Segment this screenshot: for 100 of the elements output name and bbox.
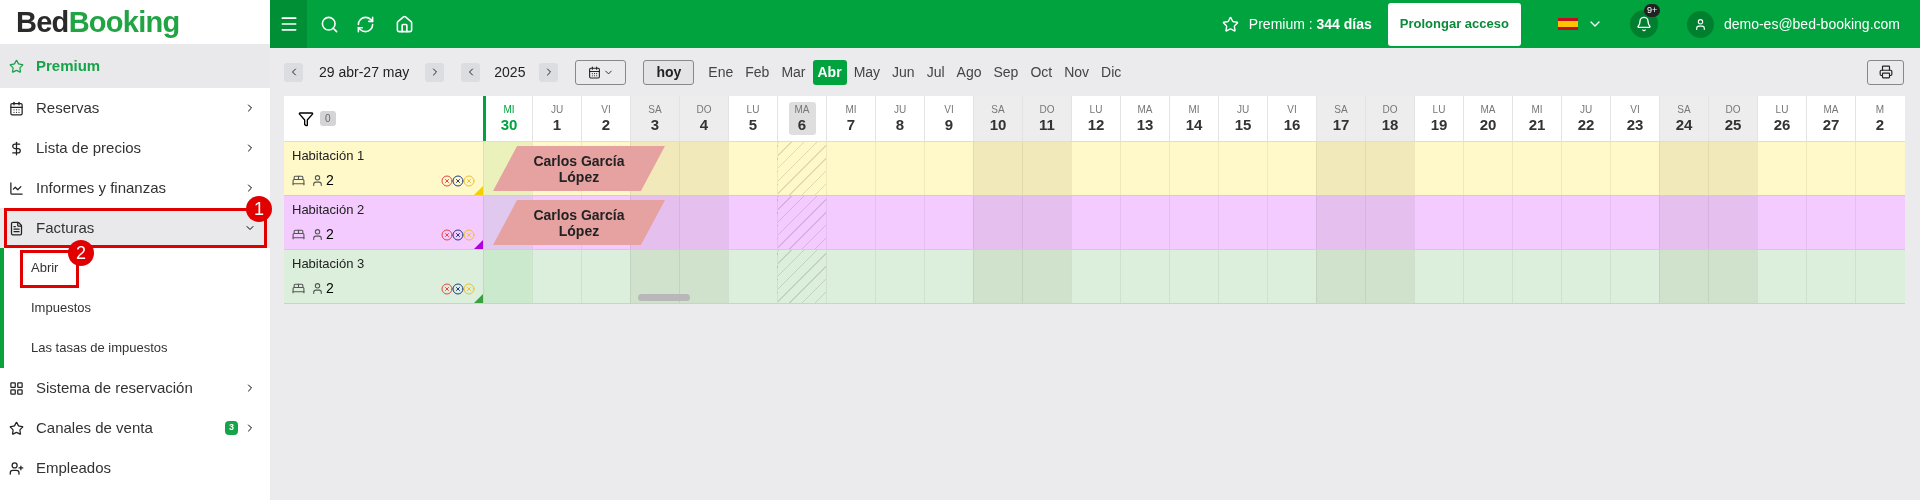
sidebar-label: Informes y finanzas — [36, 177, 167, 198]
day-cell — [679, 250, 728, 303]
booking-block[interactable]: Carlos García López — [493, 200, 665, 245]
annotation-number: 1 — [246, 196, 272, 222]
count-badge: 3 — [225, 421, 238, 435]
day-cell — [1365, 142, 1414, 195]
flag-icon — [1557, 18, 1578, 30]
print-button[interactable] — [1867, 59, 1904, 85]
day-cell — [1659, 142, 1708, 195]
person-icon — [311, 174, 324, 187]
refresh-icon[interactable] — [356, 14, 375, 34]
day-cell — [1022, 142, 1071, 195]
star-icon — [1221, 15, 1239, 33]
month-tab[interactable]: Sep — [988, 59, 1024, 85]
dollar-icon — [9, 140, 24, 156]
day-cell — [1659, 196, 1708, 249]
submenu-item[interactable]: Las tasas de impuestos — [31, 338, 168, 358]
home-icon[interactable] — [395, 14, 414, 34]
today-button[interactable]: hoy — [643, 59, 695, 85]
room-name: Habitación 3 — [292, 255, 366, 273]
room-corner-marker — [474, 294, 483, 303]
guest-count: 2 — [326, 279, 334, 298]
day-header: SA 24 — [1659, 96, 1708, 141]
previous-button[interactable] — [461, 62, 481, 82]
annotation-number: 2 — [68, 240, 94, 266]
sidebar-item[interactable]: Canales de venta 3 — [0, 408, 270, 448]
person-icon — [311, 282, 324, 295]
bed-icon — [292, 174, 305, 187]
document-icon — [9, 220, 24, 236]
room-name: Habitación 1 — [292, 147, 366, 165]
day-cell — [777, 142, 826, 195]
submenu-item[interactable]: Abrir — [31, 258, 59, 278]
sidebar-item[interactable]: Empleados — [0, 448, 270, 488]
month-tab[interactable]: Jul — [921, 59, 950, 85]
day-cell — [1316, 250, 1365, 303]
day-cell — [777, 196, 826, 249]
month-tab[interactable]: Ene — [703, 59, 739, 85]
scrollbar-thumb[interactable] — [638, 294, 690, 301]
day-cell — [973, 250, 1022, 303]
filter-count: 0 — [320, 111, 336, 126]
month-tab[interactable]: Dic — [1096, 59, 1127, 85]
status-icons — [441, 282, 475, 295]
chart-icon — [9, 180, 24, 196]
printer-icon — [1878, 65, 1893, 79]
day-cell — [1316, 142, 1365, 195]
month-tab[interactable]: Feb — [740, 59, 775, 85]
day-cell — [1708, 142, 1757, 195]
sidebar-label: Sistema de reservación — [36, 377, 193, 398]
day-cell — [679, 142, 728, 195]
month-tab[interactable]: May — [848, 59, 886, 85]
month-tab[interactable]: Nov — [1059, 59, 1095, 85]
day-header: SA 10 — [973, 96, 1022, 141]
day-header: SA 17 — [1316, 96, 1365, 141]
grid-icon — [9, 380, 24, 396]
next-button[interactable] — [539, 62, 559, 82]
room-corner-marker — [474, 240, 483, 249]
calendar-icon — [587, 65, 601, 79]
star-icon — [9, 420, 24, 436]
month-tab[interactable]: Mar — [776, 59, 811, 85]
guest-count: 2 — [326, 171, 334, 190]
person-icon — [311, 228, 324, 241]
month-tab[interactable]: Ago — [951, 59, 987, 85]
month-tab[interactable]: Oct — [1025, 59, 1058, 85]
calendar-dropdown[interactable] — [575, 59, 627, 85]
day-cell — [1365, 250, 1414, 303]
sidebar-label: Lista de precios — [36, 137, 142, 158]
previous-button[interactable] — [284, 62, 303, 82]
day-cell — [1708, 250, 1757, 303]
sidebar-label: Canales de venta — [36, 417, 153, 438]
sidebar-item[interactable]: Reservas — [0, 88, 270, 128]
logo: BedBooking — [16, 7, 180, 37]
date-range: 29 abr-27 may — [319, 62, 410, 82]
extend-access-button[interactable]: Prolongar acceso — [1387, 2, 1521, 46]
filter-icon[interactable] — [298, 110, 314, 127]
notification-badge: 9+ — [1643, 4, 1661, 17]
search-icon[interactable] — [320, 14, 339, 34]
sidebar-item[interactable]: Sistema de reservación — [0, 368, 270, 408]
sidebar-label: Empleados — [36, 457, 112, 478]
sidebar-label: Facturas — [36, 217, 95, 238]
premium-status: Premium : 344 días — [1248, 14, 1372, 34]
menu-button[interactable] — [270, 0, 307, 48]
submenu-item[interactable]: Impuestos — [31, 298, 91, 318]
day-cell — [1708, 196, 1757, 249]
day-cell — [973, 142, 1022, 195]
calendar-icon — [9, 100, 24, 116]
user-avatar[interactable] — [1686, 10, 1714, 38]
day-header: DO 25 — [1708, 96, 1757, 141]
day-cell — [973, 196, 1022, 249]
day-cell — [679, 196, 728, 249]
guest-count: 2 — [326, 225, 334, 244]
month-tab[interactable]: Jun — [887, 59, 920, 85]
next-button[interactable] — [425, 62, 445, 82]
day-header: DO 18 — [1365, 96, 1414, 141]
sidebar-item[interactable]: Lista de precios — [0, 128, 270, 168]
status-icons — [441, 174, 475, 187]
day-cell — [1022, 250, 1071, 303]
booking-block[interactable]: Carlos García López — [493, 146, 665, 191]
day-cell — [1022, 196, 1071, 249]
day-cell — [1316, 196, 1365, 249]
day-cell — [777, 250, 826, 303]
